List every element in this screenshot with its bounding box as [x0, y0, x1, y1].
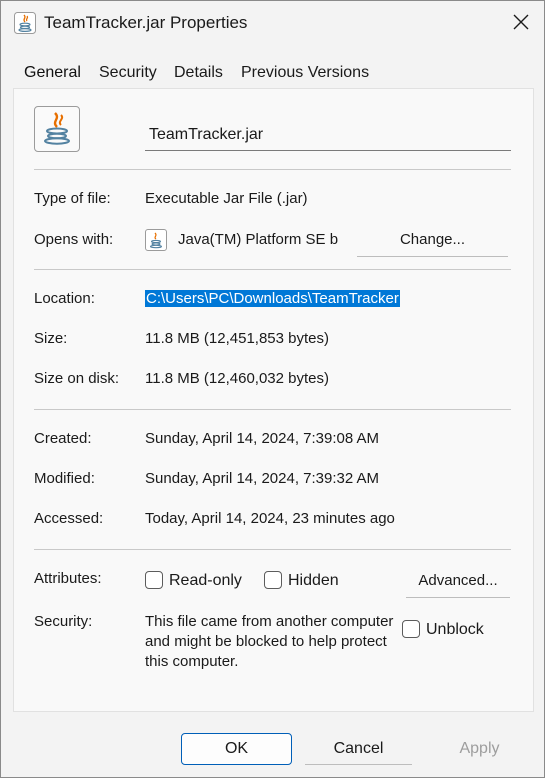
- hidden-label[interactable]: Hidden: [288, 571, 339, 591]
- java-app-icon: [145, 229, 167, 251]
- tab-details[interactable]: Details: [173, 59, 224, 87]
- security-label: Security:: [34, 613, 93, 630]
- unblock-checkbox[interactable]: [402, 620, 420, 638]
- properties-dialog: TeamTracker.jar Properties General Secur…: [0, 0, 545, 778]
- accessed-value: Today, April 14, 2024, 23 minutes ago: [145, 510, 395, 527]
- readonly-label[interactable]: Read-only: [169, 571, 242, 591]
- divider: [34, 549, 511, 550]
- cancel-button[interactable]: Cancel: [305, 733, 412, 765]
- size-label: Size:: [34, 330, 68, 347]
- tab-security[interactable]: Security: [98, 59, 158, 87]
- tab-general[interactable]: General: [23, 59, 82, 87]
- hidden-checkbox[interactable]: [264, 571, 282, 589]
- created-label: Created:: [34, 430, 92, 447]
- security-message: This file came from another computer and…: [145, 613, 394, 670]
- size-on-disk-value: 11.8 MB (12,460,032 bytes): [145, 370, 329, 387]
- close-icon: [513, 14, 529, 30]
- advanced-button[interactable]: Advanced...: [406, 566, 510, 598]
- general-panel: Type of file: Executable Jar File (.jar)…: [13, 88, 534, 712]
- location-value[interactable]: C:\Users\PC\Downloads\TeamTracker: [145, 289, 400, 309]
- ok-button-label: OK: [224, 740, 249, 757]
- created-value: Sunday, April 14, 2024, 7:39:08 AM: [145, 430, 380, 447]
- opens-with-value: Java(TM) Platform SE b: [178, 231, 339, 248]
- location-label: Location:: [34, 290, 95, 307]
- type-of-file-value: Executable Jar File (.jar): [145, 190, 308, 207]
- tab-bar: General Security Details Previous Versio…: [1, 59, 544, 89]
- change-button[interactable]: Change...: [357, 225, 508, 257]
- modified-value: Sunday, April 14, 2024, 7:39:32 AM: [145, 470, 380, 487]
- attributes-label: Attributes:: [34, 570, 102, 587]
- divider: [34, 409, 511, 410]
- apply-button[interactable]: Apply: [426, 733, 533, 765]
- close-button[interactable]: [498, 1, 544, 45]
- window-title: TeamTracker.jar Properties: [44, 13, 248, 32]
- type-of-file-label: Type of file:: [34, 190, 111, 207]
- location-selected-text[interactable]: C:\Users\PC\Downloads\TeamTracker: [145, 290, 400, 307]
- ok-button[interactable]: OK: [181, 733, 292, 765]
- unblock-label[interactable]: Unblock: [426, 620, 484, 640]
- java-icon: [14, 12, 36, 34]
- title-bar: TeamTracker.jar Properties: [1, 1, 544, 45]
- change-button-label: Change...: [399, 231, 466, 248]
- size-value: 11.8 MB (12,451,853 bytes): [145, 330, 329, 347]
- divider: [34, 269, 511, 270]
- cancel-button-label: Cancel: [333, 740, 384, 757]
- opens-with-label: Opens with:: [34, 231, 114, 248]
- advanced-button-label: Advanced...: [418, 572, 498, 589]
- file-name-field[interactable]: [145, 119, 511, 151]
- divider: [34, 169, 511, 170]
- modified-label: Modified:: [34, 470, 95, 487]
- size-on-disk-label: Size on disk:: [34, 370, 120, 387]
- java-icon: [34, 106, 80, 152]
- tab-previous-versions[interactable]: Previous Versions: [240, 59, 370, 87]
- accessed-label: Accessed:: [34, 510, 104, 527]
- readonly-checkbox[interactable]: [145, 571, 163, 589]
- apply-button-label: Apply: [459, 740, 500, 757]
